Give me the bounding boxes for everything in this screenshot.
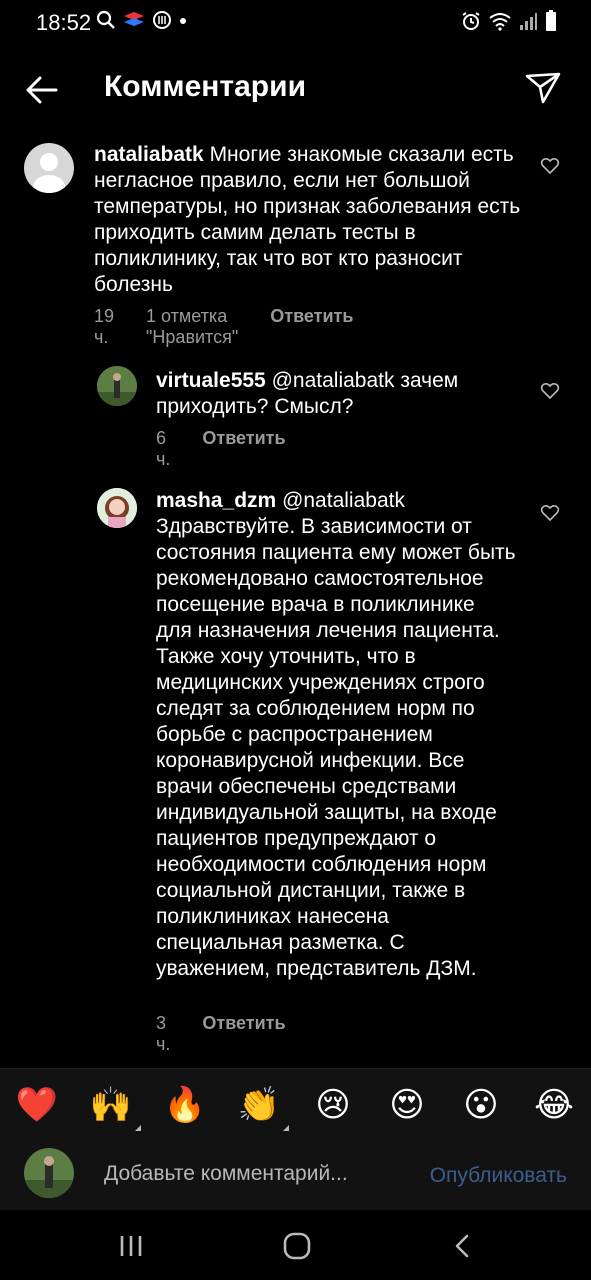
alarm-icon xyxy=(462,12,480,30)
current-user-avatar xyxy=(24,1148,74,1198)
comment-meta: 6 ч. Ответить xyxy=(156,428,318,470)
home-icon[interactable] xyxy=(277,1230,317,1262)
battery-icon xyxy=(546,10,556,31)
back-button[interactable] xyxy=(22,70,62,110)
comment-username[interactable]: masha_dzm xyxy=(156,489,276,512)
comment-text: masha_dzm @nataliabatk Здравствуйте. В з… xyxy=(156,488,516,982)
heart-icon[interactable] xyxy=(540,156,560,176)
reply-button[interactable]: Ответить xyxy=(202,428,285,470)
emoji-bar: ❤️ 🙌 🔥 👏 😢 😍 😮 😂 xyxy=(0,1068,591,1141)
comment-time: 19 ч. xyxy=(94,306,115,347)
status-bar: 18:52 xyxy=(0,0,591,48)
emoji-heart-button[interactable]: ❤️ xyxy=(15,1083,59,1127)
publish-button[interactable]: Опубликовать xyxy=(430,1164,567,1188)
avatar[interactable] xyxy=(97,366,137,406)
comment-meta: 3 ч. Ответить xyxy=(156,1013,318,1055)
comment-input[interactable]: Добавьте комментарий... xyxy=(104,1162,348,1186)
comment-meta: 19 ч. 1 отметка "Нравится" Ответить xyxy=(94,306,385,348)
comment-mention[interactable]: @nataliabatk xyxy=(282,489,405,512)
page-title: Комментарии xyxy=(104,70,307,103)
back-nav-icon[interactable] xyxy=(443,1230,483,1262)
heart-icon[interactable] xyxy=(540,381,560,401)
comment-text: nataliabatk Многие знакомые сказали есть… xyxy=(94,142,524,298)
recent-apps-icon[interactable] xyxy=(112,1230,152,1262)
header: Комментарии xyxy=(0,48,591,128)
emoji-clap-button[interactable]: 👏 xyxy=(237,1083,289,1131)
dot-icon xyxy=(180,18,186,24)
emoji-cry-button[interactable]: 😢 xyxy=(311,1083,355,1127)
avatar[interactable] xyxy=(24,143,74,193)
flag-icon xyxy=(124,12,144,26)
reply-button[interactable]: Ответить xyxy=(270,306,353,348)
search-icon xyxy=(96,10,115,29)
add-comment-bar: Добавьте комментарий... Опубликовать xyxy=(0,1140,591,1210)
system-nav-bar xyxy=(0,1210,591,1280)
avatar[interactable] xyxy=(97,488,137,528)
paper-plane-icon[interactable] xyxy=(523,68,563,108)
heart-icon[interactable] xyxy=(540,503,560,523)
comment-body: Здравствуйте. В зависимости от состояния… xyxy=(156,515,516,980)
emoji-heart-eyes-button[interactable]: 😍 xyxy=(385,1083,429,1127)
wifi-icon xyxy=(489,13,511,31)
comment-time: 3 ч. xyxy=(156,1013,171,1054)
emoji-raised-hands-button[interactable]: 🙌 xyxy=(89,1083,141,1131)
comment-time: 6 ч. xyxy=(156,428,171,469)
signal-icon xyxy=(520,13,537,30)
status-time: 18:52 xyxy=(36,10,92,35)
emoji-laugh-button[interactable]: 😂 xyxy=(532,1083,576,1127)
comment-likes[interactable]: 1 отметка "Нравится" xyxy=(146,306,238,348)
emoji-surprised-button[interactable]: 😮 xyxy=(459,1083,503,1127)
comment-text: virtuale555 @nataliabatk зачем приходить… xyxy=(156,368,516,420)
comment-username[interactable]: virtuale555 xyxy=(156,369,266,392)
comment-username[interactable]: nataliabatk xyxy=(94,143,204,166)
emoji-fire-button[interactable]: 🔥 xyxy=(163,1083,207,1127)
instagram-icon xyxy=(153,11,171,29)
user-placeholder-icon xyxy=(33,153,65,193)
reply-button[interactable]: Ответить xyxy=(202,1013,285,1055)
